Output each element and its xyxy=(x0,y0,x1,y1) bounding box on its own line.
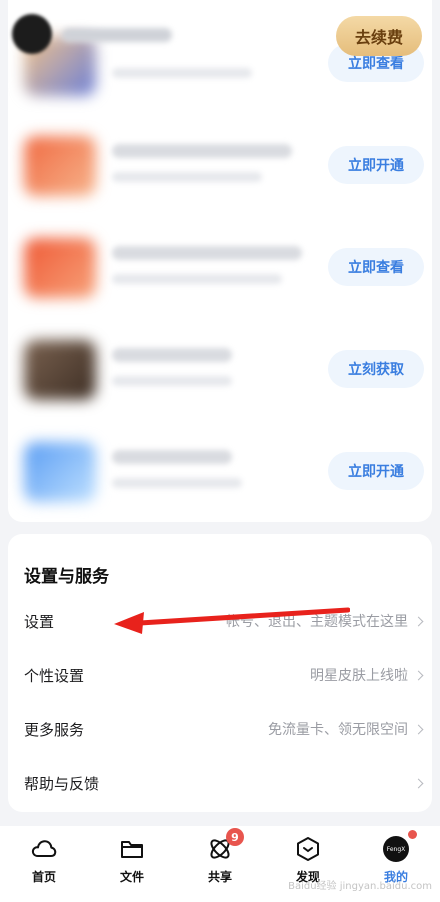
nav-item-home[interactable]: 首页 xyxy=(0,826,88,902)
notification-badge: 9 xyxy=(226,828,244,846)
discover-icon xyxy=(295,836,321,862)
chevron-right-icon xyxy=(413,778,424,788)
settings-item-label: 个性设置 xyxy=(24,666,85,685)
avatar-icon: FengX xyxy=(383,836,409,862)
promo-row: 立即查看 xyxy=(8,218,432,318)
settings-item-settings[interactable]: 设置 帐号、退出、主题模式在这里 xyxy=(8,594,432,648)
promo-button[interactable]: 立刻获取 xyxy=(328,350,424,388)
section-title: 设置与服务 xyxy=(24,567,109,587)
settings-item-label: 帮助与反馈 xyxy=(24,774,100,793)
chevron-right-icon xyxy=(413,670,424,680)
notification-dot xyxy=(408,830,417,839)
nav-item-files[interactable]: 文件 xyxy=(88,826,176,902)
promo-subtitle xyxy=(112,68,252,78)
promo-title xyxy=(112,450,232,464)
bottom-nav: 首页 文件 9 共享 发现 FengX 我的 Baidu经验 jingyan.b… xyxy=(0,826,440,902)
settings-item-personalization[interactable]: 个性设置 明星皮肤上线啦 xyxy=(8,648,432,702)
nav-label: 共享 xyxy=(207,870,232,884)
user-avatar[interactable] xyxy=(12,14,52,54)
promo-title xyxy=(112,144,292,158)
settings-card: 设置与服务 设置 帐号、退出、主题模式在这里 个性设置 明星皮肤上线啦 更多服务… xyxy=(8,534,432,812)
promo-button[interactable]: 立即开通 xyxy=(328,452,424,490)
settings-item-help-feedback[interactable]: 帮助与反馈 xyxy=(8,756,432,810)
promo-thumbnail xyxy=(24,136,96,196)
settings-item-more-services[interactable]: 更多服务 免流量卡、领无限空间 xyxy=(8,702,432,756)
watermark: Baidu经验 jingyan.baidu.com xyxy=(288,881,432,892)
promo-row: 立刻获取 xyxy=(8,320,432,420)
promo-subtitle xyxy=(112,172,262,182)
nav-item-share[interactable]: 9 共享 xyxy=(176,826,264,902)
promo-thumbnail xyxy=(24,442,96,502)
nav-label: 文件 xyxy=(119,870,144,884)
promo-row: 立即开通 xyxy=(8,422,432,522)
folder-icon xyxy=(119,836,145,862)
promo-row: 立即开通 xyxy=(8,116,432,216)
settings-item-label: 设置 xyxy=(24,612,55,631)
promo-button[interactable]: 立即开通 xyxy=(328,146,424,184)
settings-item-label: 更多服务 xyxy=(24,720,85,739)
header: 去续费 xyxy=(0,0,440,62)
promo-title xyxy=(112,348,232,362)
promo-thumbnail xyxy=(24,340,96,400)
chevron-right-icon xyxy=(413,616,424,626)
renew-button[interactable]: 去续费 xyxy=(336,16,422,56)
cloud-icon xyxy=(31,836,57,862)
promo-thumbnail xyxy=(24,238,96,298)
settings-item-hint: 免流量卡、领无限空间 xyxy=(268,722,408,738)
promo-subtitle xyxy=(112,376,232,386)
promo-subtitle xyxy=(112,478,242,488)
settings-item-hint: 帐号、退出、主题模式在这里 xyxy=(226,614,408,630)
settings-item-hint: 明星皮肤上线啦 xyxy=(310,668,408,684)
chevron-right-icon xyxy=(413,724,424,734)
promo-title xyxy=(112,246,302,260)
promo-button[interactable]: 立即查看 xyxy=(328,248,424,286)
username-blurred xyxy=(62,28,172,42)
nav-label: 首页 xyxy=(31,870,56,884)
promo-card: 立即查看 立即开通 立即查看 立刻获取 立即开通 xyxy=(8,0,432,522)
promo-subtitle xyxy=(112,274,282,284)
